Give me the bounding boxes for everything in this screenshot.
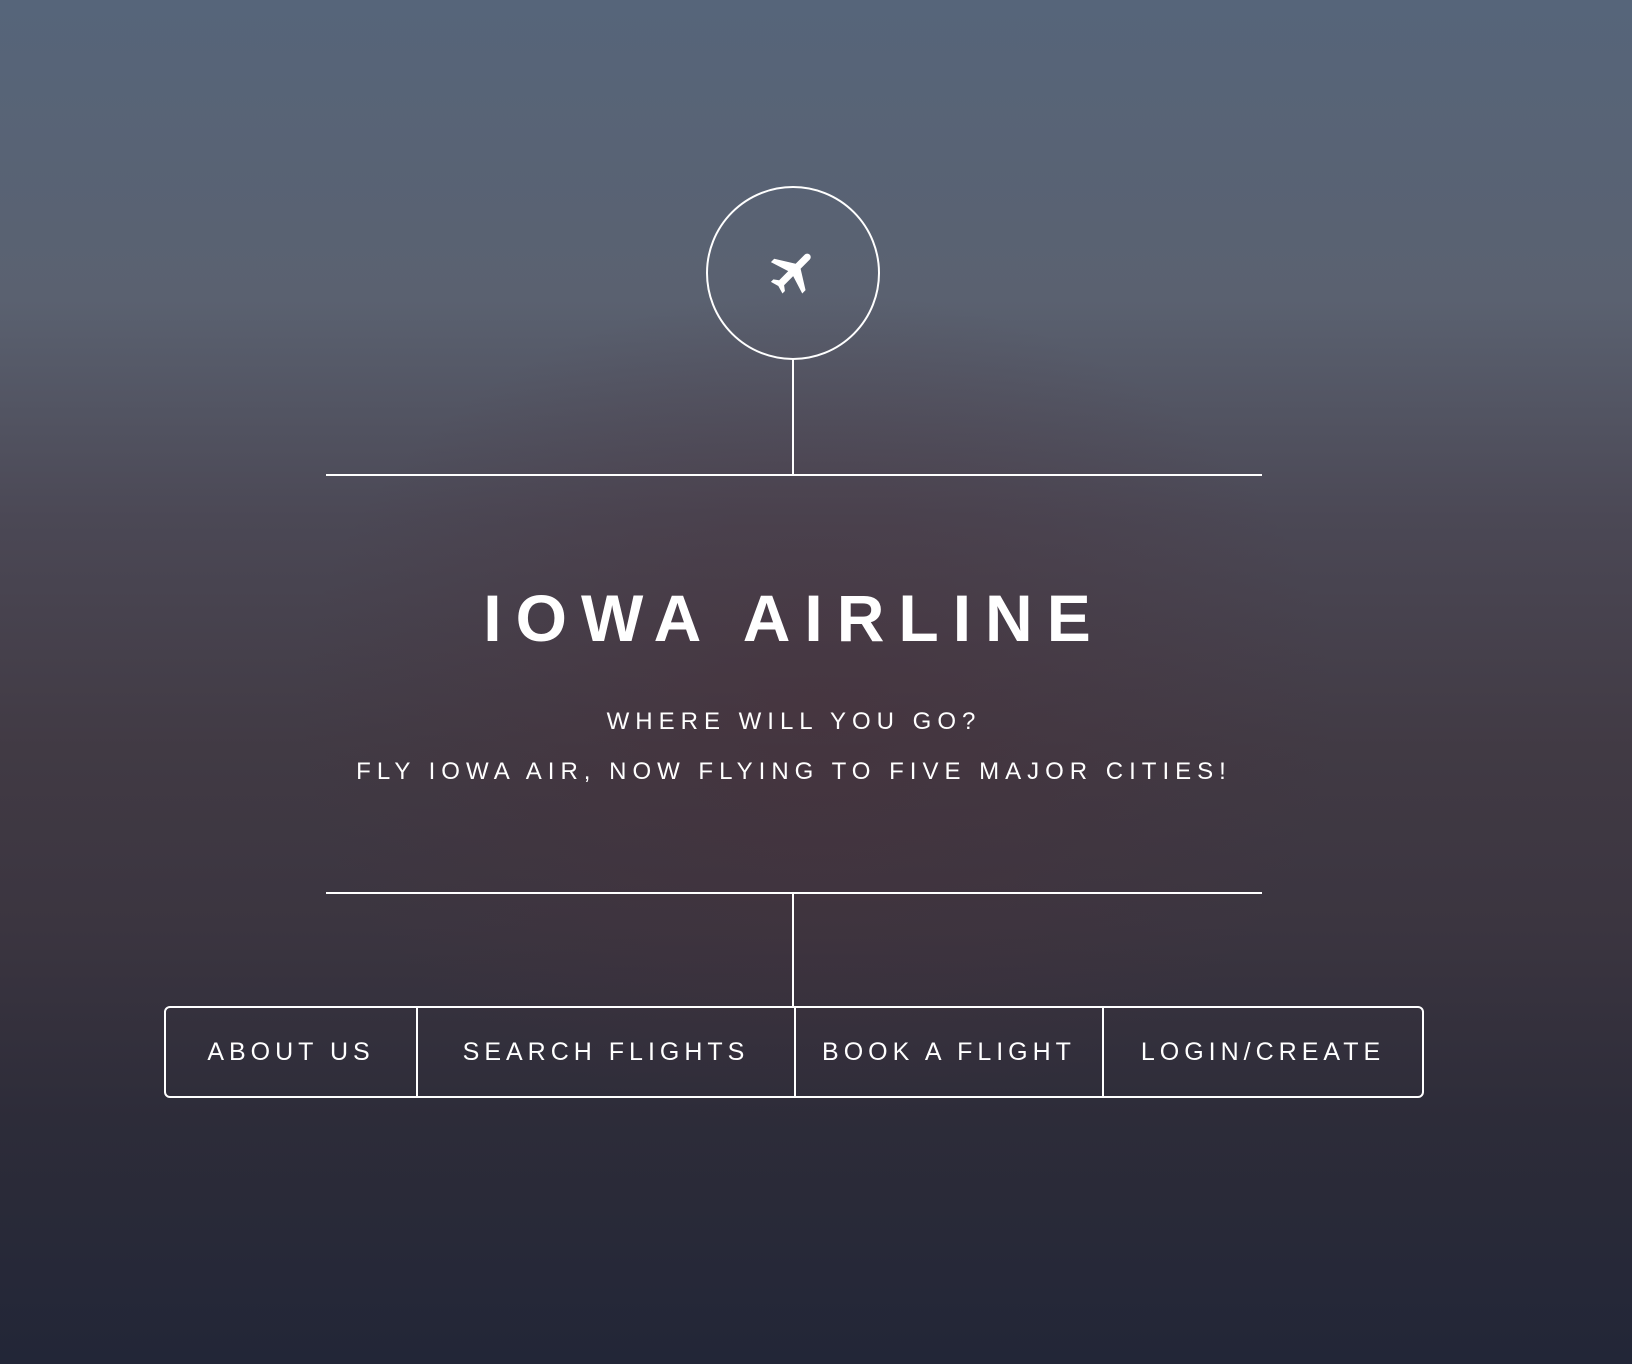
airplane-icon xyxy=(770,253,811,294)
nav-search-flights-label: SEARCH FLIGHTS xyxy=(462,1037,750,1066)
page-title: IOWA AIRLINE xyxy=(483,581,1105,655)
divider-line-top xyxy=(326,474,1262,476)
connector-line-bottom xyxy=(792,892,794,1006)
nav-login-create-label: LOGIN/CREATE xyxy=(1140,1037,1386,1066)
nav-book-a-flight[interactable]: BOOK A FLIGHT xyxy=(794,1008,1102,1096)
logo-circle xyxy=(706,186,880,360)
nav-about-us[interactable]: ABOUT US xyxy=(166,1008,416,1096)
hero-section: IOWA AIRLINE WHERE WILL YOU GO? FLY IOWA… xyxy=(0,0,1632,1364)
nav-about-us-label: ABOUT US xyxy=(207,1037,375,1066)
connector-line-top xyxy=(792,360,794,474)
nav-login-create[interactable]: LOGIN/CREATE xyxy=(1102,1008,1422,1096)
tagline-promo: FLY IOWA AIR, NOW FLYING TO FIVE MAJOR C… xyxy=(356,758,1232,785)
main-nav: ABOUT US SEARCH FLIGHTS BOOK A FLIGHT LO… xyxy=(164,1006,1424,1098)
nav-book-a-flight-label: BOOK A FLIGHT xyxy=(822,1037,1076,1066)
nav-search-flights[interactable]: SEARCH FLIGHTS xyxy=(416,1008,794,1096)
divider-line-bottom xyxy=(326,892,1262,894)
tagline-question: WHERE WILL YOU GO? xyxy=(606,708,982,735)
